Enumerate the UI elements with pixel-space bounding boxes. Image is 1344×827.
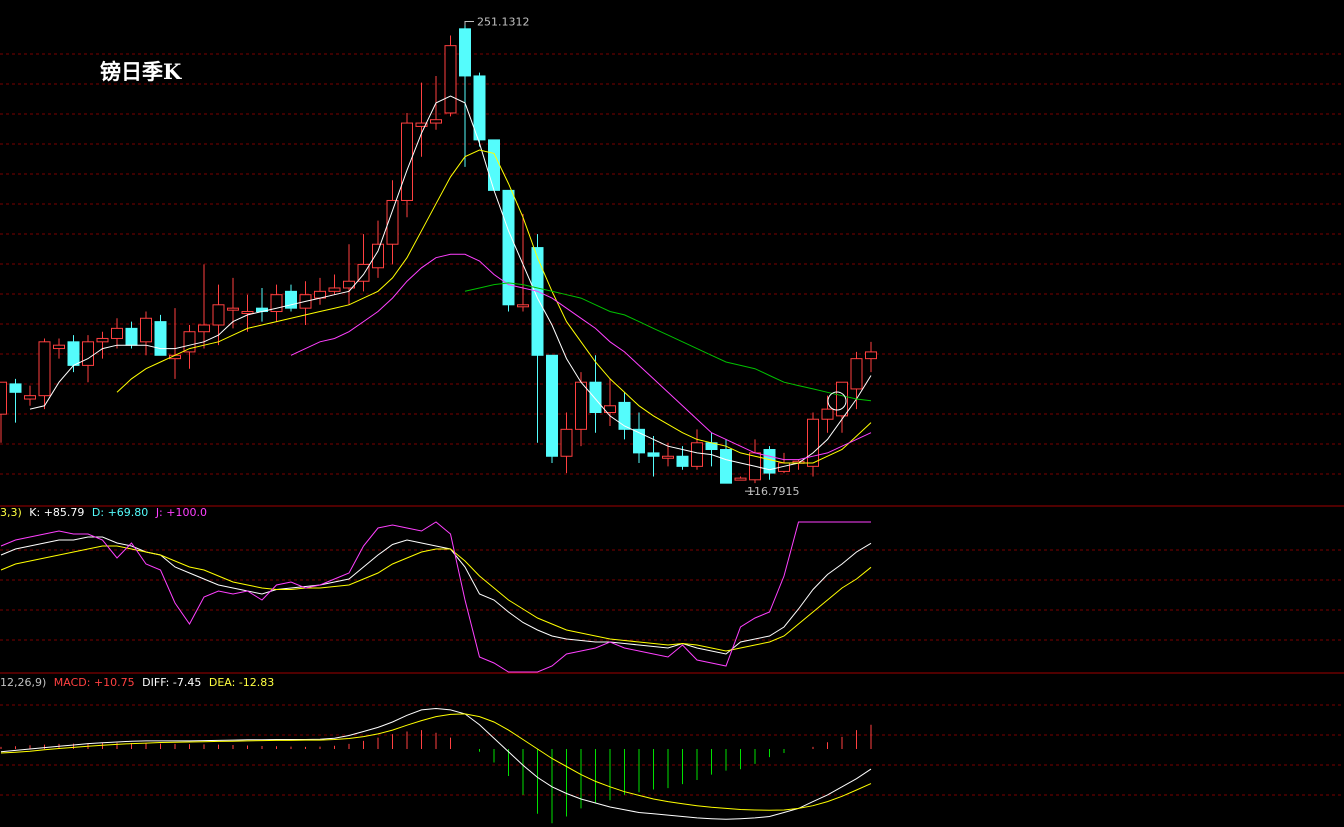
candle-body: [720, 449, 732, 484]
candle-body: [154, 321, 167, 356]
candle-body: [241, 311, 254, 315]
candle-body: [676, 455, 689, 467]
candle-body: [560, 428, 573, 457]
ma-line-ma10: [116, 149, 872, 464]
candle-body: [111, 327, 123, 339]
candle-body: [734, 477, 747, 481]
candle-body: [53, 344, 65, 350]
kdj-params: 3,3): [0, 506, 22, 519]
kdj-j-value: J: +100.0: [155, 506, 207, 519]
candle-body: [488, 139, 500, 191]
candle-body: [502, 189, 515, 306]
high-marker: [464, 20, 474, 26]
candle-body: [807, 418, 819, 467]
kdj-d-value: D: +69.80: [91, 506, 149, 519]
macd-params: 12,26,9): [0, 676, 47, 689]
candle-body: [850, 358, 863, 390]
kdj-line-j: [0, 521, 871, 673]
candle-body: [444, 45, 457, 114]
candle-body: [212, 304, 225, 326]
candle-body: [618, 401, 631, 430]
kdj-header: 3,3) K: +85.79 D: +69.80 J: +100.0: [0, 506, 211, 519]
candle-body: [198, 324, 210, 333]
candle-body: [459, 28, 471, 77]
candle-body: [372, 243, 384, 269]
candle-body: [531, 247, 544, 356]
candle-body: [575, 381, 587, 430]
kdj-line-k: [0, 536, 872, 655]
candle-body: [517, 304, 529, 308]
candle-body: [67, 341, 80, 366]
chart-title: 镑日季K: [100, 59, 182, 84]
macd-dea-value: DEA: -12.83: [208, 676, 275, 689]
candle-body: [546, 354, 558, 457]
macd-header: 12,26,9) MACD: +10.75 DIFF: -7.45 DEA: -…: [0, 676, 278, 689]
candle-body: [9, 383, 22, 393]
ma-line-ma30: [464, 282, 872, 402]
candle-body: [589, 381, 602, 413]
low-price-label: 116.7915: [747, 485, 800, 498]
kline-chart-window: 251.1312 116.7915 镑日季K 3,3) K: +85.79 D: …: [0, 0, 1344, 827]
candle-body: [140, 317, 152, 343]
kdj-line-d: [0, 545, 872, 652]
kdj-k-value: K: +85.79: [29, 506, 85, 519]
candle-body: [96, 337, 109, 343]
candle-body: [691, 442, 703, 467]
candle-body: [125, 327, 138, 346]
candle-body: [38, 341, 51, 397]
candle-body: [24, 395, 36, 400]
candle-body: [473, 75, 486, 141]
candle-body: [401, 122, 413, 201]
candle-body: [0, 381, 7, 415]
candle-body: [865, 351, 877, 360]
candle-body: [227, 307, 239, 311]
candle-body: [821, 408, 834, 420]
macd-diff-value: DIFF: -7.45: [142, 676, 202, 689]
candle-body: [662, 455, 674, 459]
chart-canvas: 251.1312 116.7915: [0, 15, 1344, 824]
candle-body: [82, 341, 94, 366]
candle-body: [328, 287, 341, 292]
macd-value: MACD: +10.75: [53, 676, 135, 689]
candle-body: [430, 119, 442, 124]
candle-body: [647, 452, 660, 457]
high-price-label: 251.1312: [477, 15, 530, 28]
